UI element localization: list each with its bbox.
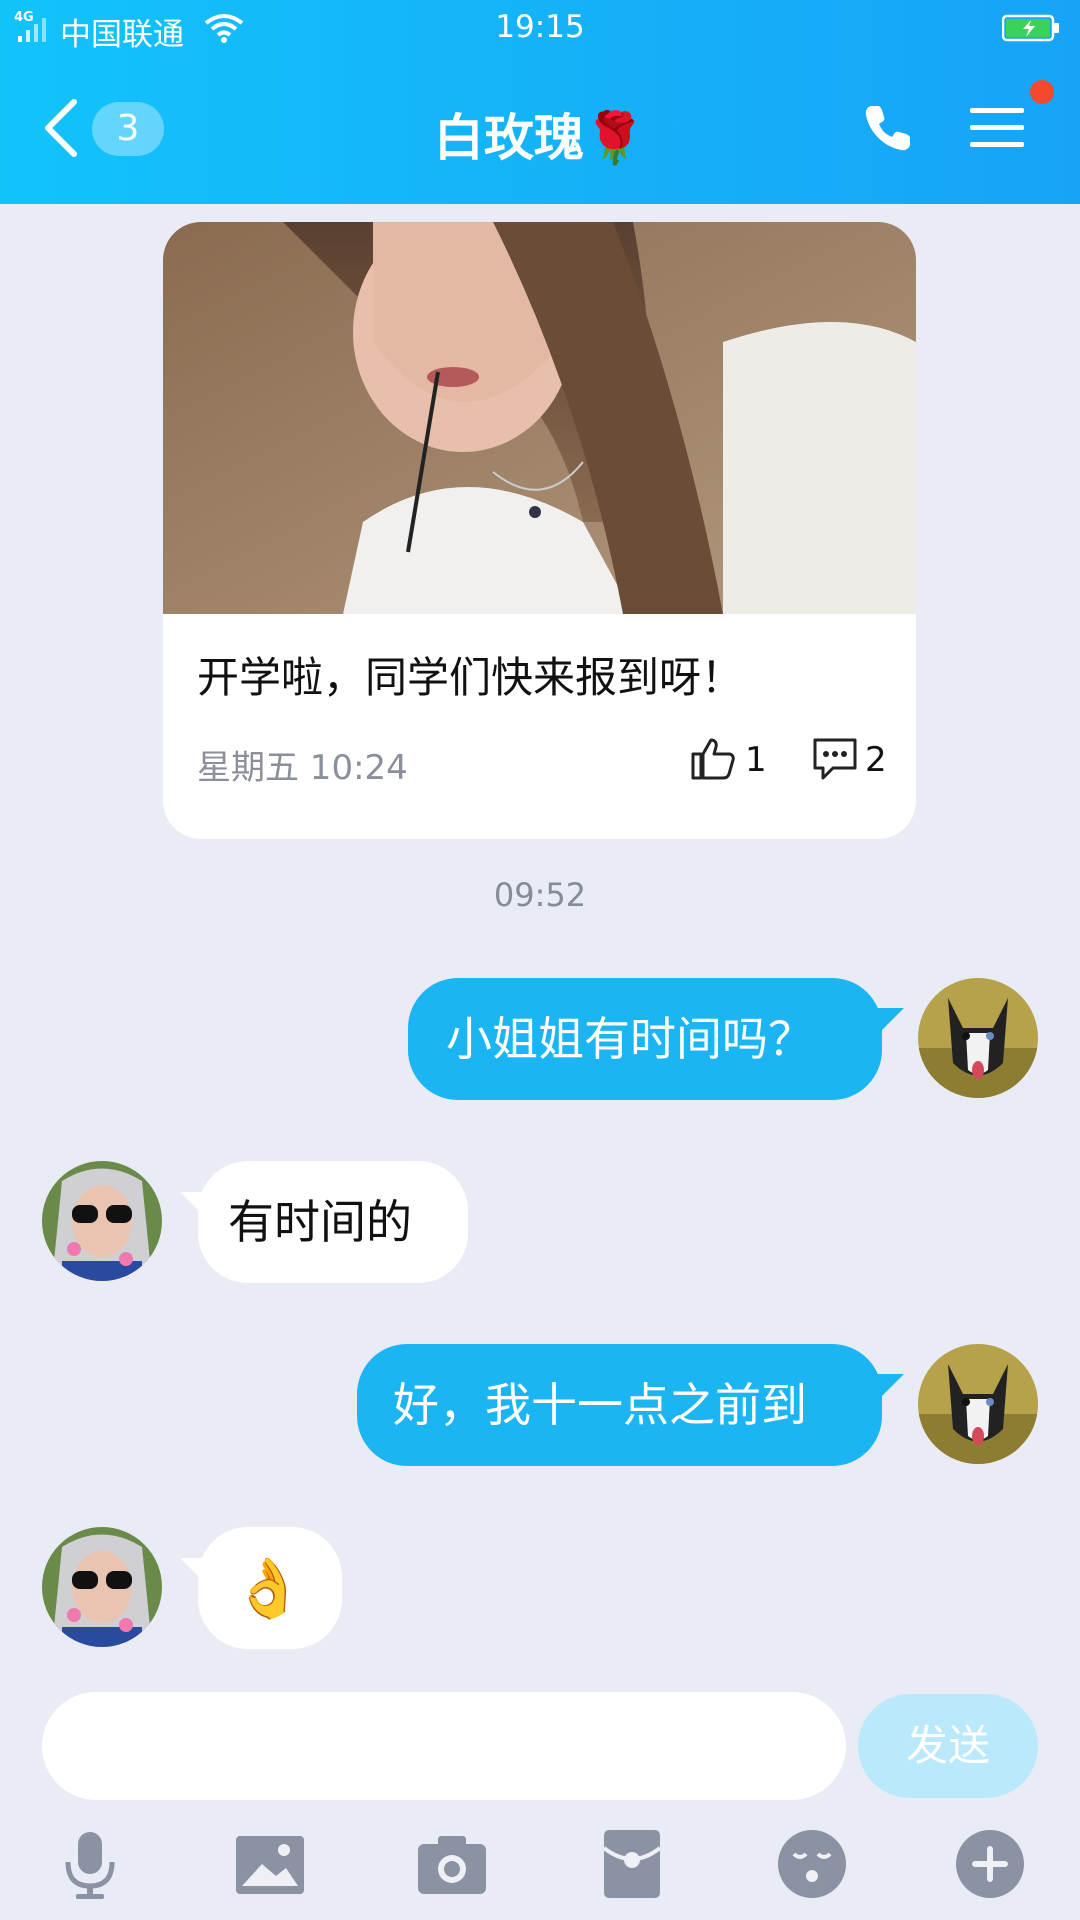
phone-call-icon[interactable] [862, 102, 914, 154]
emoji-icon[interactable] [774, 1826, 850, 1902]
thumbs-up-icon[interactable] [689, 734, 737, 782]
bubble-tail [878, 1374, 904, 1400]
battery-charging-icon [1002, 14, 1059, 42]
send-button[interactable]: 发送 [858, 1694, 1038, 1798]
post-photo[interactable] [163, 222, 916, 614]
shared-post-card[interactable]: 开学啦，同学们快来报到呀！ 星期五 10:24 1 2 [163, 222, 916, 839]
post-date: 星期五 10:24 [197, 748, 408, 788]
red-packet-icon[interactable] [594, 1826, 670, 1902]
microphone-icon[interactable] [52, 1826, 128, 1902]
message-timestamp: 09:52 [493, 876, 587, 914]
notification-dot [1030, 80, 1054, 104]
chat-header: 4G 中国联通 19:15 3 白玫瑰🌹 [0, 0, 1080, 204]
my-avatar[interactable] [918, 1344, 1038, 1464]
camera-icon[interactable] [414, 1826, 490, 1902]
post-caption: 开学啦，同学们快来报到呀！ [197, 653, 744, 702]
menu-icon[interactable] [970, 104, 1024, 152]
bubble-tail [878, 1008, 904, 1034]
status-bar: 4G 中国联通 19:15 [0, 0, 1080, 56]
contact-avatar[interactable] [42, 1527, 162, 1647]
clock: 19:15 [495, 9, 585, 45]
outgoing-message-bubble[interactable]: 好，我十一点之前到 [357, 1344, 882, 1466]
contact-avatar[interactable] [42, 1161, 162, 1281]
input-toolbar [0, 1810, 1080, 1920]
like-count: 1 [745, 740, 767, 780]
comment-count: 2 [865, 740, 887, 780]
message-input[interactable] [42, 1692, 846, 1800]
image-icon[interactable] [232, 1826, 308, 1902]
incoming-message-bubble[interactable]: 👌 [198, 1527, 342, 1649]
plus-icon[interactable] [952, 1826, 1028, 1902]
my-avatar[interactable] [918, 978, 1038, 1098]
incoming-message-bubble[interactable]: 有时间的 [198, 1161, 468, 1283]
outgoing-message-bubble[interactable]: 小姐姐有时间吗？ [408, 978, 882, 1100]
comment-icon[interactable] [811, 736, 859, 782]
contact-name-title: 白玫瑰🌹 [433, 109, 647, 167]
